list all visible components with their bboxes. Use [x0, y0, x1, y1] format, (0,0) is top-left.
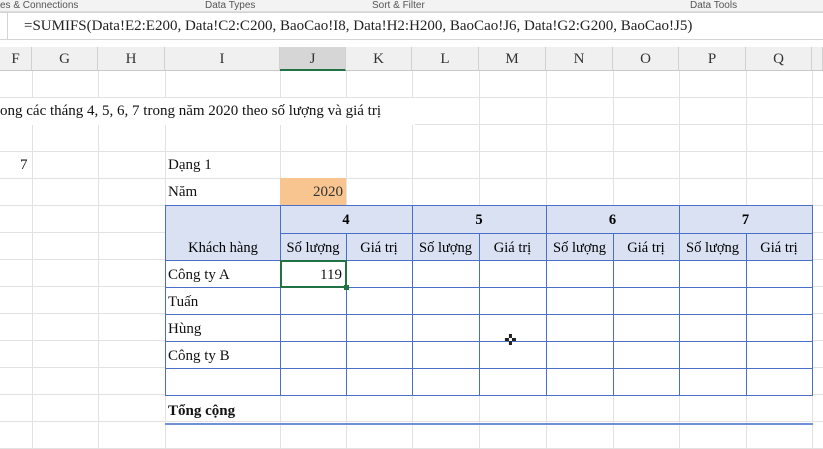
fill-handle[interactable]: [344, 285, 349, 290]
nam-label: Năm: [168, 184, 198, 200]
year-value: 2020: [313, 184, 343, 200]
column-header-m[interactable]: M: [479, 47, 546, 71]
column-header-g[interactable]: G: [32, 47, 98, 71]
month-header-4: 4: [342, 212, 350, 228]
column-header-o[interactable]: O: [613, 47, 679, 71]
column-header-f[interactable]: F: [0, 47, 32, 71]
customer-row-label: Công ty A: [168, 267, 230, 283]
report-title: ong các tháng 4, 5, 6, 7 trong năm 2020 …: [0, 103, 381, 119]
cell-f-value: 7: [20, 157, 28, 173]
value-header: Giá trị: [360, 240, 398, 256]
gridline: [32, 71, 33, 449]
qty-header: Số lượng: [686, 240, 739, 256]
ribbon-group-data-types[interactable]: Data Types: [205, 0, 255, 11]
value-header: Giá trị: [627, 240, 665, 256]
border: [166, 260, 812, 261]
border: [166, 287, 812, 288]
column-header-j[interactable]: J: [280, 47, 346, 71]
border: [546, 206, 547, 395]
gridline: [98, 71, 99, 449]
column-header-k[interactable]: K: [346, 47, 412, 71]
customer-row-label: Hùng: [168, 321, 202, 337]
month-header-5: 5: [475, 212, 483, 228]
qty-header: Số lượng: [553, 240, 606, 256]
column-header-p[interactable]: P: [679, 47, 746, 71]
total-underline: [165, 423, 813, 425]
ribbon-group-connections[interactable]: es & Connections: [0, 0, 78, 11]
formula-bar-divider: [0, 13, 8, 39]
border: [346, 233, 347, 395]
active-cell-value: 119: [320, 267, 342, 283]
border: [613, 233, 614, 395]
customer-header: Khách hàng: [188, 240, 258, 256]
formula-input[interactable]: =SUMIFS(Data!E2:E200, Data!C2:C200, BaoC…: [24, 18, 692, 35]
dang-label: Dạng 1: [168, 157, 212, 173]
month-header-7: 7: [741, 212, 750, 228]
total-label: Tổng cộng: [168, 403, 236, 419]
value-header: Giá trị: [493, 240, 532, 256]
ribbon: es & Connections Data Types Sort & Filte…: [0, 0, 823, 12]
border: [166, 341, 812, 342]
value-header: Giá trị: [760, 240, 798, 256]
customer-row-label: Tuấn: [168, 294, 199, 310]
border: [746, 233, 747, 395]
report-table: Khách hàng 4 5 6 7 Số lượng Giá trị Số l…: [165, 205, 813, 396]
qty-header: Số lượng: [286, 240, 340, 256]
ribbon-group-sort-filter[interactable]: Sort & Filter: [372, 0, 425, 11]
year-cell[interactable]: 2020: [280, 178, 346, 205]
column-header-h[interactable]: H: [98, 47, 165, 71]
month-header-6: 6: [608, 212, 617, 228]
column-header-n[interactable]: N: [546, 47, 613, 71]
column-header-l[interactable]: L: [412, 47, 479, 71]
border: [412, 206, 413, 395]
cursor-crosshair-icon: ✜: [504, 331, 517, 349]
border: [479, 233, 480, 395]
column-header-r[interactable]: [812, 47, 823, 71]
formula-bar[interactable]: =SUMIFS(Data!E2:E200, Data!C2:C200, BaoC…: [0, 12, 823, 40]
column-header-q[interactable]: Q: [746, 47, 812, 71]
border: [280, 206, 281, 395]
border: [166, 314, 812, 315]
active-cell[interactable]: 119: [280, 260, 349, 290]
border: [166, 368, 812, 369]
border: [679, 206, 680, 395]
customer-row-label: Công ty B: [168, 348, 230, 364]
qty-header: Số lượng: [419, 240, 472, 256]
ribbon-group-data-tools[interactable]: Data Tools: [690, 0, 737, 11]
column-header-i[interactable]: I: [165, 47, 280, 71]
